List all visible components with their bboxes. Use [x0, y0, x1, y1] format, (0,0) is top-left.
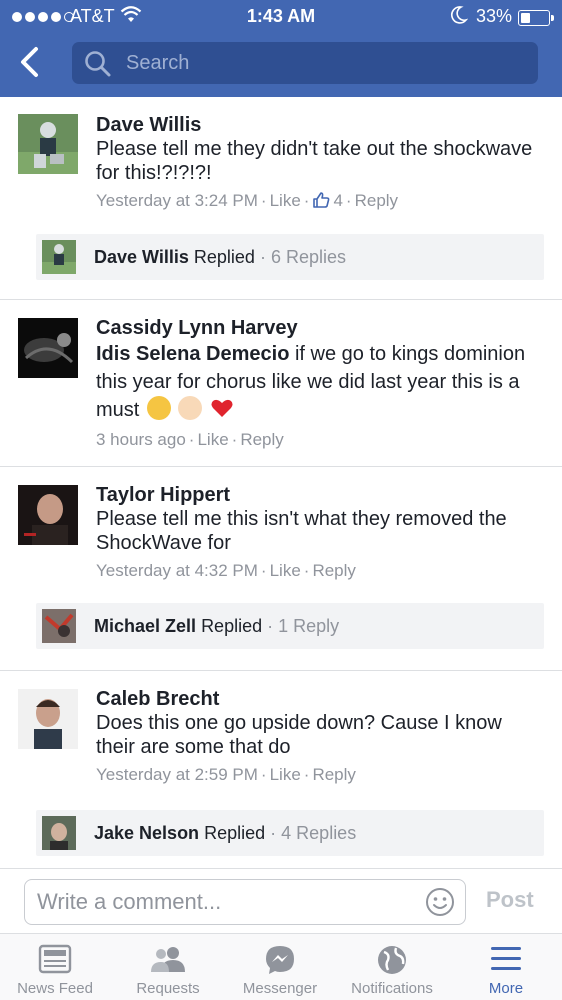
comment-meta: Yesterday at 2:59 PM · Like · Reply [96, 765, 356, 784]
reply-count: 4 Replies [281, 823, 357, 843]
like-button[interactable]: Like [270, 765, 301, 784]
replied-label: Replied [201, 616, 263, 636]
menu-icon [489, 944, 523, 976]
reply-button[interactable]: Reply [312, 765, 355, 784]
reply-author: Dave Willis [94, 247, 189, 267]
avatar[interactable] [18, 318, 78, 378]
search-bar[interactable] [72, 42, 538, 84]
like-button[interactable]: Like [270, 191, 301, 210]
sticker-smile-icon[interactable] [425, 887, 455, 922]
post-button[interactable]: Post [486, 887, 534, 913]
avatar [42, 816, 76, 850]
avatar [42, 609, 76, 643]
avatar[interactable] [18, 485, 78, 545]
top-header: AT&T 1:43 AM 33% [0, 0, 562, 97]
search-input[interactable] [126, 42, 526, 84]
replies-summary[interactable]: Jake Nelson Replied · 4 Replies [36, 810, 544, 856]
tab-label: Messenger [242, 980, 318, 997]
comment-meta: Yesterday at 4:32 PM · Like · Reply [96, 561, 356, 580]
comment-item: Cassidy Lynn Harvey Idis Selena Demecio … [0, 300, 562, 467]
tab-more[interactable]: More [450, 934, 562, 1000]
comment-author[interactable]: Cassidy Lynn Harvey [96, 316, 540, 340]
back-button[interactable] [14, 45, 46, 79]
battery-percentage: 33% [476, 6, 513, 26]
comment-text: Does this one go upside down? Cause I kn… [96, 712, 502, 758]
relieved-face-emoji-icon [146, 396, 171, 420]
avatar [42, 240, 76, 274]
comment-input[interactable] [37, 880, 417, 924]
comment-text: Please tell me they didn't take out the … [96, 138, 533, 184]
comment-item: Dave Willis Please tell me they didn't t… [0, 97, 562, 300]
avatar[interactable] [18, 114, 78, 174]
comment-meta: Yesterday at 3:24 PM · Like · 4 · Reply [96, 189, 540, 216]
friend-requests-icon [149, 944, 187, 978]
comment-author[interactable]: Caleb Brecht [96, 687, 540, 711]
comment-timestamp: Yesterday at 2:59 PM [96, 765, 258, 784]
replied-label: Replied [204, 823, 266, 843]
red-heart-emoji-icon [210, 396, 234, 420]
messenger-icon [264, 944, 296, 980]
bottom-tab-bar: News Feed Requests Messenger Notificatio… [0, 933, 562, 1000]
like-button[interactable]: Like [197, 430, 228, 449]
replies-summary[interactable]: Dave Willis Replied · 6 Replies [36, 234, 544, 280]
reply-button[interactable]: Reply [355, 191, 398, 210]
tab-news-feed[interactable]: News Feed [0, 934, 110, 1000]
comment-item: Caleb Brecht Does this one go upside dow… [0, 671, 562, 870]
globe-icon [376, 944, 408, 980]
tab-label: Notifications [351, 980, 433, 997]
tab-messenger[interactable]: Messenger [224, 934, 336, 1000]
chevron-left-icon [21, 47, 38, 77]
battery-icon [518, 10, 554, 26]
news-feed-icon [38, 944, 72, 978]
like-button[interactable]: Like [270, 561, 301, 580]
tab-label: News Feed [17, 980, 93, 997]
reply-author: Jake Nelson [94, 823, 200, 843]
comment-composer: Post [0, 868, 562, 933]
status-bar: AT&T 1:43 AM 33% [0, 0, 562, 34]
tab-requests[interactable]: Requests [112, 934, 224, 1000]
like-count[interactable]: 4 [333, 191, 342, 210]
reply-button[interactable]: Reply [240, 430, 283, 449]
replies-summary[interactable]: Michael Zell Replied · 1 Reply [36, 603, 544, 649]
reply-author: Michael Zell [94, 616, 197, 636]
comment-item: Taylor Hippert Please tell me this isn't… [0, 467, 562, 671]
tagged-user[interactable]: Idis Selena Demecio [96, 343, 289, 365]
comment-text: Idis Selena Demecio if we go to kings do… [96, 343, 526, 421]
comment-author[interactable]: Dave Willis [96, 113, 540, 137]
tab-label: More [488, 980, 524, 997]
comment-input-box[interactable] [24, 879, 466, 925]
comment-author[interactable]: Taylor Hippert [96, 483, 540, 507]
thumbs-up-icon [312, 191, 330, 216]
ok-hand-emoji-icon [178, 396, 203, 420]
tab-notifications[interactable]: Notifications [336, 934, 448, 1000]
comment-text: Please tell me this isn't what they remo… [96, 508, 507, 554]
comment-meta: 3 hours ago · Like · Reply [96, 430, 284, 449]
do-not-disturb-moon-icon [450, 5, 469, 30]
reply-button[interactable]: Reply [312, 561, 355, 580]
search-icon [84, 50, 112, 83]
comment-timestamp: Yesterday at 4:32 PM [96, 561, 258, 580]
replied-label: Replied [193, 247, 255, 267]
avatar[interactable] [18, 689, 78, 749]
comment-timestamp: Yesterday at 3:24 PM [96, 191, 258, 210]
reply-count: 6 Replies [270, 247, 347, 267]
comments-list: Dave Willis Please tell me they didn't t… [0, 97, 562, 870]
reply-count: 1 Reply [278, 616, 340, 636]
tab-label: Requests [136, 980, 200, 997]
comment-timestamp: 3 hours ago [96, 430, 186, 449]
